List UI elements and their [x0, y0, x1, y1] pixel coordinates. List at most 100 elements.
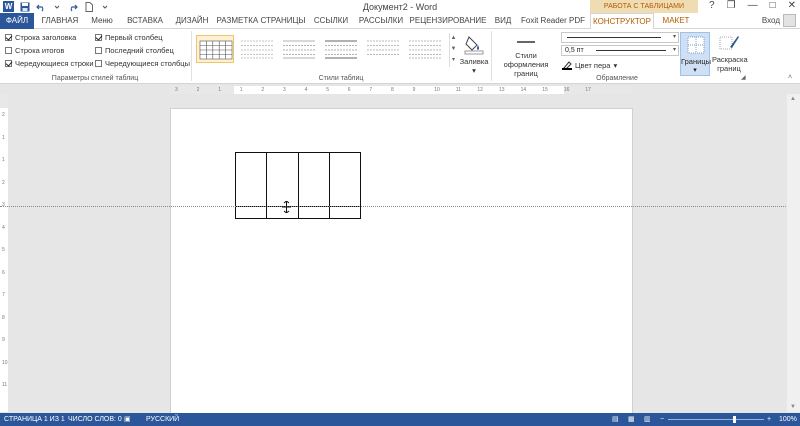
- table-cell[interactable]: [297, 206, 330, 219]
- pen-color-button[interactable]: Цвет пера ▾: [562, 60, 617, 70]
- ruler-tick-label: 13: [499, 87, 505, 93]
- sign-in-link[interactable]: Вход: [762, 16, 780, 25]
- tab-table-layout[interactable]: МАКЕТ: [656, 13, 696, 29]
- checkbox-box[interactable]: [95, 60, 102, 67]
- zoom-out-button[interactable]: −: [660, 413, 664, 426]
- table-cell[interactable]: [328, 206, 362, 219]
- checkbox-header-row[interactable]: Строка заголовка: [5, 33, 76, 42]
- checkbox-banded-rows[interactable]: Чередующиеся строки: [5, 59, 94, 68]
- line-style-dropdown[interactable]: ▾: [561, 32, 679, 43]
- checkbox-label: Строка итогов: [15, 46, 65, 55]
- vertical-ruler[interactable]: 2 1 1 2 3 4 5 6 7 8 9 10 11: [0, 94, 8, 412]
- zoom-in-button[interactable]: +: [767, 413, 771, 426]
- status-language[interactable]: РУССКИЙ: [146, 413, 179, 426]
- table-style-thumbnail[interactable]: [364, 35, 402, 63]
- checkbox-banded-columns[interactable]: Чередующиеся столбцы: [95, 59, 190, 68]
- read-mode-icon[interactable]: ▤: [612, 413, 619, 426]
- tab-view[interactable]: ВИД: [490, 13, 516, 29]
- checkbox-box[interactable]: [5, 47, 12, 54]
- ruler-tick-label: 17: [585, 87, 591, 93]
- status-word-count[interactable]: ЧИСЛО СЛОВ: 0: [68, 413, 122, 426]
- table-tools-context-label: РАБОТА С ТАБЛИЦАМИ: [590, 0, 698, 13]
- tab-references[interactable]: ССЫЛКИ: [309, 13, 353, 29]
- maximize-button[interactable]: □: [770, 0, 776, 11]
- ruler-tick-label: 6: [2, 269, 5, 276]
- ruler-tick-label: 11: [2, 382, 8, 388]
- close-button[interactable]: ✕: [788, 0, 796, 11]
- row-resize-guide-line: [0, 206, 800, 207]
- table-style-thumbnail[interactable]: [280, 35, 318, 63]
- checkbox-total-row[interactable]: Строка итогов: [5, 46, 64, 55]
- print-layout-icon[interactable]: ▦: [628, 413, 635, 426]
- border-styles-button[interactable]: Стили оформления границ: [494, 35, 558, 78]
- table-cell[interactable]: [234, 206, 268, 219]
- checkbox-box[interactable]: [5, 60, 12, 67]
- table-cell[interactable]: [266, 152, 299, 207]
- dialog-launcher-icon[interactable]: ◢: [741, 74, 746, 81]
- border-painter-label: Раскраска границ: [712, 55, 748, 73]
- zoom-level[interactable]: 100%: [779, 413, 797, 426]
- table-style-thumbnail[interactable]: [196, 35, 234, 63]
- status-page-count[interactable]: СТРАНИЦА 1 ИЗ 1: [4, 413, 65, 426]
- checkbox-label: Первый столбец: [105, 33, 163, 42]
- vertical-scrollbar[interactable]: ▲ ▼: [787, 94, 800, 412]
- tab-mailings[interactable]: РАССЫЛКИ: [356, 13, 406, 29]
- table-cell[interactable]: [328, 152, 362, 207]
- gallery-scroll-down-icon[interactable]: ▼: [450, 44, 457, 55]
- table-cell[interactable]: [297, 152, 330, 207]
- border-painter-button[interactable]: Раскраска границ: [712, 33, 748, 73]
- tab-review[interactable]: РЕЦЕНЗИРОВАНИЕ: [409, 13, 487, 29]
- web-layout-icon[interactable]: ▥: [644, 413, 651, 426]
- collapse-ribbon-icon[interactable]: ˄: [788, 74, 792, 81]
- checkbox-box[interactable]: [95, 34, 102, 41]
- checkbox-box[interactable]: [95, 47, 102, 54]
- tab-home[interactable]: ГЛАВНАЯ: [38, 13, 82, 29]
- gallery-more-icon[interactable]: ▾: [450, 55, 457, 66]
- gallery-scroll-up-icon[interactable]: ▲: [450, 33, 457, 44]
- minimize-button[interactable]: —: [748, 0, 758, 11]
- border-painter-icon: [719, 36, 739, 50]
- checkbox-box[interactable]: [5, 34, 12, 41]
- tab-insert[interactable]: ВСТАВКА: [122, 13, 168, 29]
- tab-design[interactable]: ДИЗАЙН: [172, 13, 212, 29]
- checkbox-first-column[interactable]: Первый столбец: [95, 33, 163, 42]
- table-style-thumbnail[interactable]: [238, 35, 276, 63]
- scroll-down-icon[interactable]: ▼: [790, 404, 796, 410]
- pen-color-icon: [562, 61, 572, 70]
- tab-foxit-reader-pdf[interactable]: Foxit Reader PDF: [520, 13, 586, 29]
- table-style-thumbnail[interactable]: [322, 35, 360, 63]
- ribbon-display-options-button[interactable]: ❐: [727, 0, 736, 11]
- table-style-thumbnail[interactable]: [406, 35, 444, 63]
- tab-table-design[interactable]: КОНСТРУКТОР: [590, 13, 654, 30]
- gallery-scrollbar[interactable]: ▲ ▼ ▾: [449, 33, 457, 67]
- help-button[interactable]: ?: [709, 0, 715, 11]
- checkbox-label: Последний столбец: [105, 46, 174, 55]
- avatar[interactable]: [783, 14, 796, 27]
- ruler-tick-label: 3: [2, 202, 5, 208]
- ruler-tick-label: 6: [347, 87, 351, 93]
- horizontal-ruler[interactable]: 3 2 1 1 2 3 4 5 6 7 8 9 10 11 12 13 14 15 16 17: [170, 86, 633, 94]
- chevron-down-icon: ▾: [613, 60, 618, 70]
- status-bar: СТРАНИЦА 1 ИЗ 1 ЧИСЛО СЛОВ: 0 ▣ РУССКИЙ …: [0, 413, 800, 426]
- line-weight-dropdown[interactable]: 0,5 пт ▾: [561, 45, 679, 56]
- tab-page-layout[interactable]: РАЗМЕТКА СТРАНИЦЫ: [216, 13, 306, 29]
- ruler-tick-label: 1: [2, 134, 5, 141]
- table-cell[interactable]: [234, 152, 268, 207]
- checkbox-last-column[interactable]: Последний столбец: [95, 46, 174, 55]
- proofing-icon[interactable]: ▣: [124, 413, 131, 426]
- chevron-down-icon: ▾: [672, 34, 676, 40]
- ruler-tick-label: 4: [2, 224, 5, 231]
- zoom-slider-thumb[interactable]: [733, 416, 736, 423]
- shading-button[interactable]: Заливка ▾: [459, 33, 489, 75]
- scroll-up-icon[interactable]: ▲: [790, 96, 796, 102]
- tab-menu[interactable]: Меню: [86, 13, 118, 29]
- tab-file[interactable]: ФАЙЛ: [0, 13, 34, 29]
- zoom-slider[interactable]: [668, 419, 764, 420]
- ruler-tick-label: 1: [239, 87, 243, 93]
- ruler-tick-label: 2: [2, 179, 5, 186]
- document-table[interactable]: [234, 152, 362, 219]
- borders-button[interactable]: Границы ▾: [680, 32, 711, 76]
- ribbon: Строка заголовка Строка итогов Чередующи…: [0, 29, 800, 84]
- pen-color-label: Цвет пера: [575, 60, 611, 70]
- line-style-preview-icon: [567, 37, 661, 38]
